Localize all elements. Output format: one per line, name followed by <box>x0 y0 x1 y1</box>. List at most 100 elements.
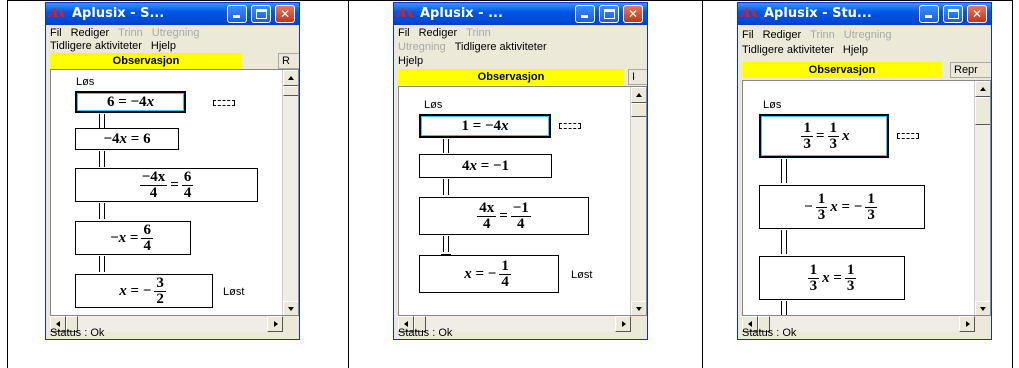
denominator: 3 <box>867 206 875 223</box>
numerator: 1 <box>807 261 820 279</box>
expression-box-5[interactable]: x = − 32 <box>75 274 213 308</box>
minimize-button[interactable] <box>227 5 247 23</box>
step-arrow-icon <box>97 151 107 170</box>
expression-box-3[interactable]: 13x = 13 <box>759 256 905 300</box>
tab-other[interactable]: Repr <box>950 62 991 78</box>
work-area[interactable]: Løs 1 = −4 x 4x = −1 4x 4 = −1 4 x = − 14 L… <box>398 86 647 316</box>
numerator: −4x <box>139 168 168 186</box>
arrow-down-icon <box>288 307 294 311</box>
menu-hjelp[interactable]: Hjelp <box>151 40 176 52</box>
scroll-down-button[interactable] <box>631 301 646 315</box>
fraction: 13 <box>827 120 840 152</box>
expression-box-2[interactable]: − 13x = − 13 <box>759 185 925 229</box>
expression-box-1[interactable]: 1 = −4 x <box>419 114 551 138</box>
title-bar[interactable]: Ax Aplusix - S... ✕ <box>46 3 299 25</box>
variable: x <box>822 269 830 286</box>
scroll-down-button[interactable] <box>283 301 298 315</box>
scroll-up-button[interactable] <box>975 81 990 97</box>
step-arrow-icon <box>441 179 451 198</box>
maximize-button[interactable] <box>943 5 963 23</box>
expression-box-2[interactable]: −4 x = 6 <box>75 128 179 150</box>
expression-box-3[interactable]: 4x 4 = −1 4 <box>419 197 589 235</box>
maximize-button[interactable] <box>599 5 619 23</box>
step-arrow-icon <box>781 301 787 315</box>
variable: x <box>501 117 509 134</box>
minimize-icon <box>233 15 240 18</box>
close-button[interactable]: ✕ <box>275 5 295 23</box>
equals-sign: = <box>118 93 127 110</box>
expr-term: − <box>142 282 152 299</box>
expand-dots-icon[interactable] <box>897 133 919 139</box>
expression-box-3[interactable]: −4x 4 = 64 <box>75 168 258 202</box>
vertical-scrollbar[interactable] <box>282 70 298 315</box>
fraction: 4x 4 <box>477 200 497 232</box>
work-area[interactable]: Løs 13 = 13x − 13x = − 13 13x = 13 <box>742 80 991 316</box>
menu-tidligere-aktiviteter[interactable]: Tidligere aktiviteter <box>742 44 834 56</box>
menu-hjelp[interactable]: Hjelp <box>398 55 423 67</box>
equals-sign: = − <box>841 198 863 215</box>
tab-other[interactable]: I <box>628 69 647 85</box>
arrow-up-icon <box>288 76 294 80</box>
scroll-up-button[interactable] <box>631 87 646 103</box>
menu-rediger[interactable]: Rediger <box>419 27 458 39</box>
scroll-thumb[interactable] <box>975 97 990 125</box>
expression-box-2[interactable]: 4x = −1 <box>419 154 552 178</box>
scroll-thumb[interactable] <box>631 103 646 117</box>
menu-fil[interactable]: Fil <box>50 27 62 39</box>
expand-dots-icon[interactable] <box>213 100 235 106</box>
menu-tidligere-aktiviteter[interactable]: Tidligere aktiviteter <box>455 41 547 53</box>
expression-box-4[interactable]: − x = 64 <box>75 221 191 255</box>
equals-sign: = <box>472 117 482 134</box>
title-bar[interactable]: Ax Aplusix - ... ✕ <box>394 3 647 25</box>
vertical-scrollbar[interactable] <box>630 87 646 315</box>
denominator: 4 <box>517 215 525 232</box>
step-arrow-icon <box>441 236 451 255</box>
scroll-up-button[interactable] <box>283 70 298 86</box>
variable: x <box>119 130 128 147</box>
menu-bar-row-3: Hjelp <box>398 55 432 67</box>
denominator: 3 <box>803 135 811 152</box>
maximize-button[interactable] <box>251 5 271 23</box>
menu-fil[interactable]: Fil <box>398 27 410 39</box>
tab-observasjon[interactable]: Observasjon <box>50 53 242 69</box>
scroll-right-button[interactable] <box>959 316 975 332</box>
work-area[interactable]: Løs 6 = −4 x −4 x = 6 −4x 4 = 64 − x = 64 x … <box>50 69 299 316</box>
vertical-scrollbar[interactable] <box>974 81 990 315</box>
menu-rediger[interactable]: Rediger <box>71 27 110 39</box>
variable: x <box>842 127 850 144</box>
minimize-button[interactable] <box>575 5 595 23</box>
minimize-button[interactable] <box>919 5 939 23</box>
tab-observasjon[interactable]: Observasjon <box>742 62 942 78</box>
expression-box-4[interactable]: x = − 14 <box>419 255 559 293</box>
arrow-right-icon <box>622 321 626 327</box>
title-bar[interactable]: Ax Aplusix - Stu... ✕ <box>738 3 991 25</box>
scroll-down-button[interactable] <box>975 301 990 315</box>
tab-other[interactable]: R <box>278 53 299 69</box>
expr-term: −4 <box>103 130 120 147</box>
step-arrow-icon <box>779 159 789 186</box>
minimize-icon <box>581 15 588 18</box>
solve-label: Løs <box>76 76 95 88</box>
close-button[interactable]: ✕ <box>623 5 643 23</box>
maximize-icon <box>256 9 267 19</box>
variable: x <box>146 93 155 110</box>
scroll-thumb[interactable] <box>283 86 298 96</box>
scroll-right-button[interactable] <box>267 316 283 332</box>
denominator: 4 <box>143 237 151 254</box>
tab-observasjon[interactable]: Observasjon <box>398 69 624 85</box>
denominator: 3 <box>809 277 818 294</box>
expression-box-1[interactable]: 6 = −4 x <box>75 91 186 113</box>
expression-box-1[interactable]: 13 = 13x <box>759 114 889 158</box>
menu-hjelp[interactable]: Hjelp <box>843 44 868 56</box>
fraction: 13 <box>865 191 877 223</box>
expand-dots-icon[interactable] <box>559 123 581 129</box>
menu-fil[interactable]: Fil <box>742 29 754 41</box>
close-icon: ✕ <box>279 7 291 21</box>
menu-utregning: Utregning <box>398 41 446 53</box>
denominator: 3 <box>817 206 826 223</box>
close-button[interactable]: ✕ <box>967 5 987 23</box>
scroll-right-button[interactable] <box>615 316 631 332</box>
menu-rediger[interactable]: Rediger <box>763 29 802 41</box>
menu-tidligere-aktiviteter[interactable]: Tidligere aktiviteter <box>50 40 142 52</box>
aplusix-window-3: Ax Aplusix - Stu... ✕ Fil Rediger Trinn Utr… <box>737 2 992 340</box>
